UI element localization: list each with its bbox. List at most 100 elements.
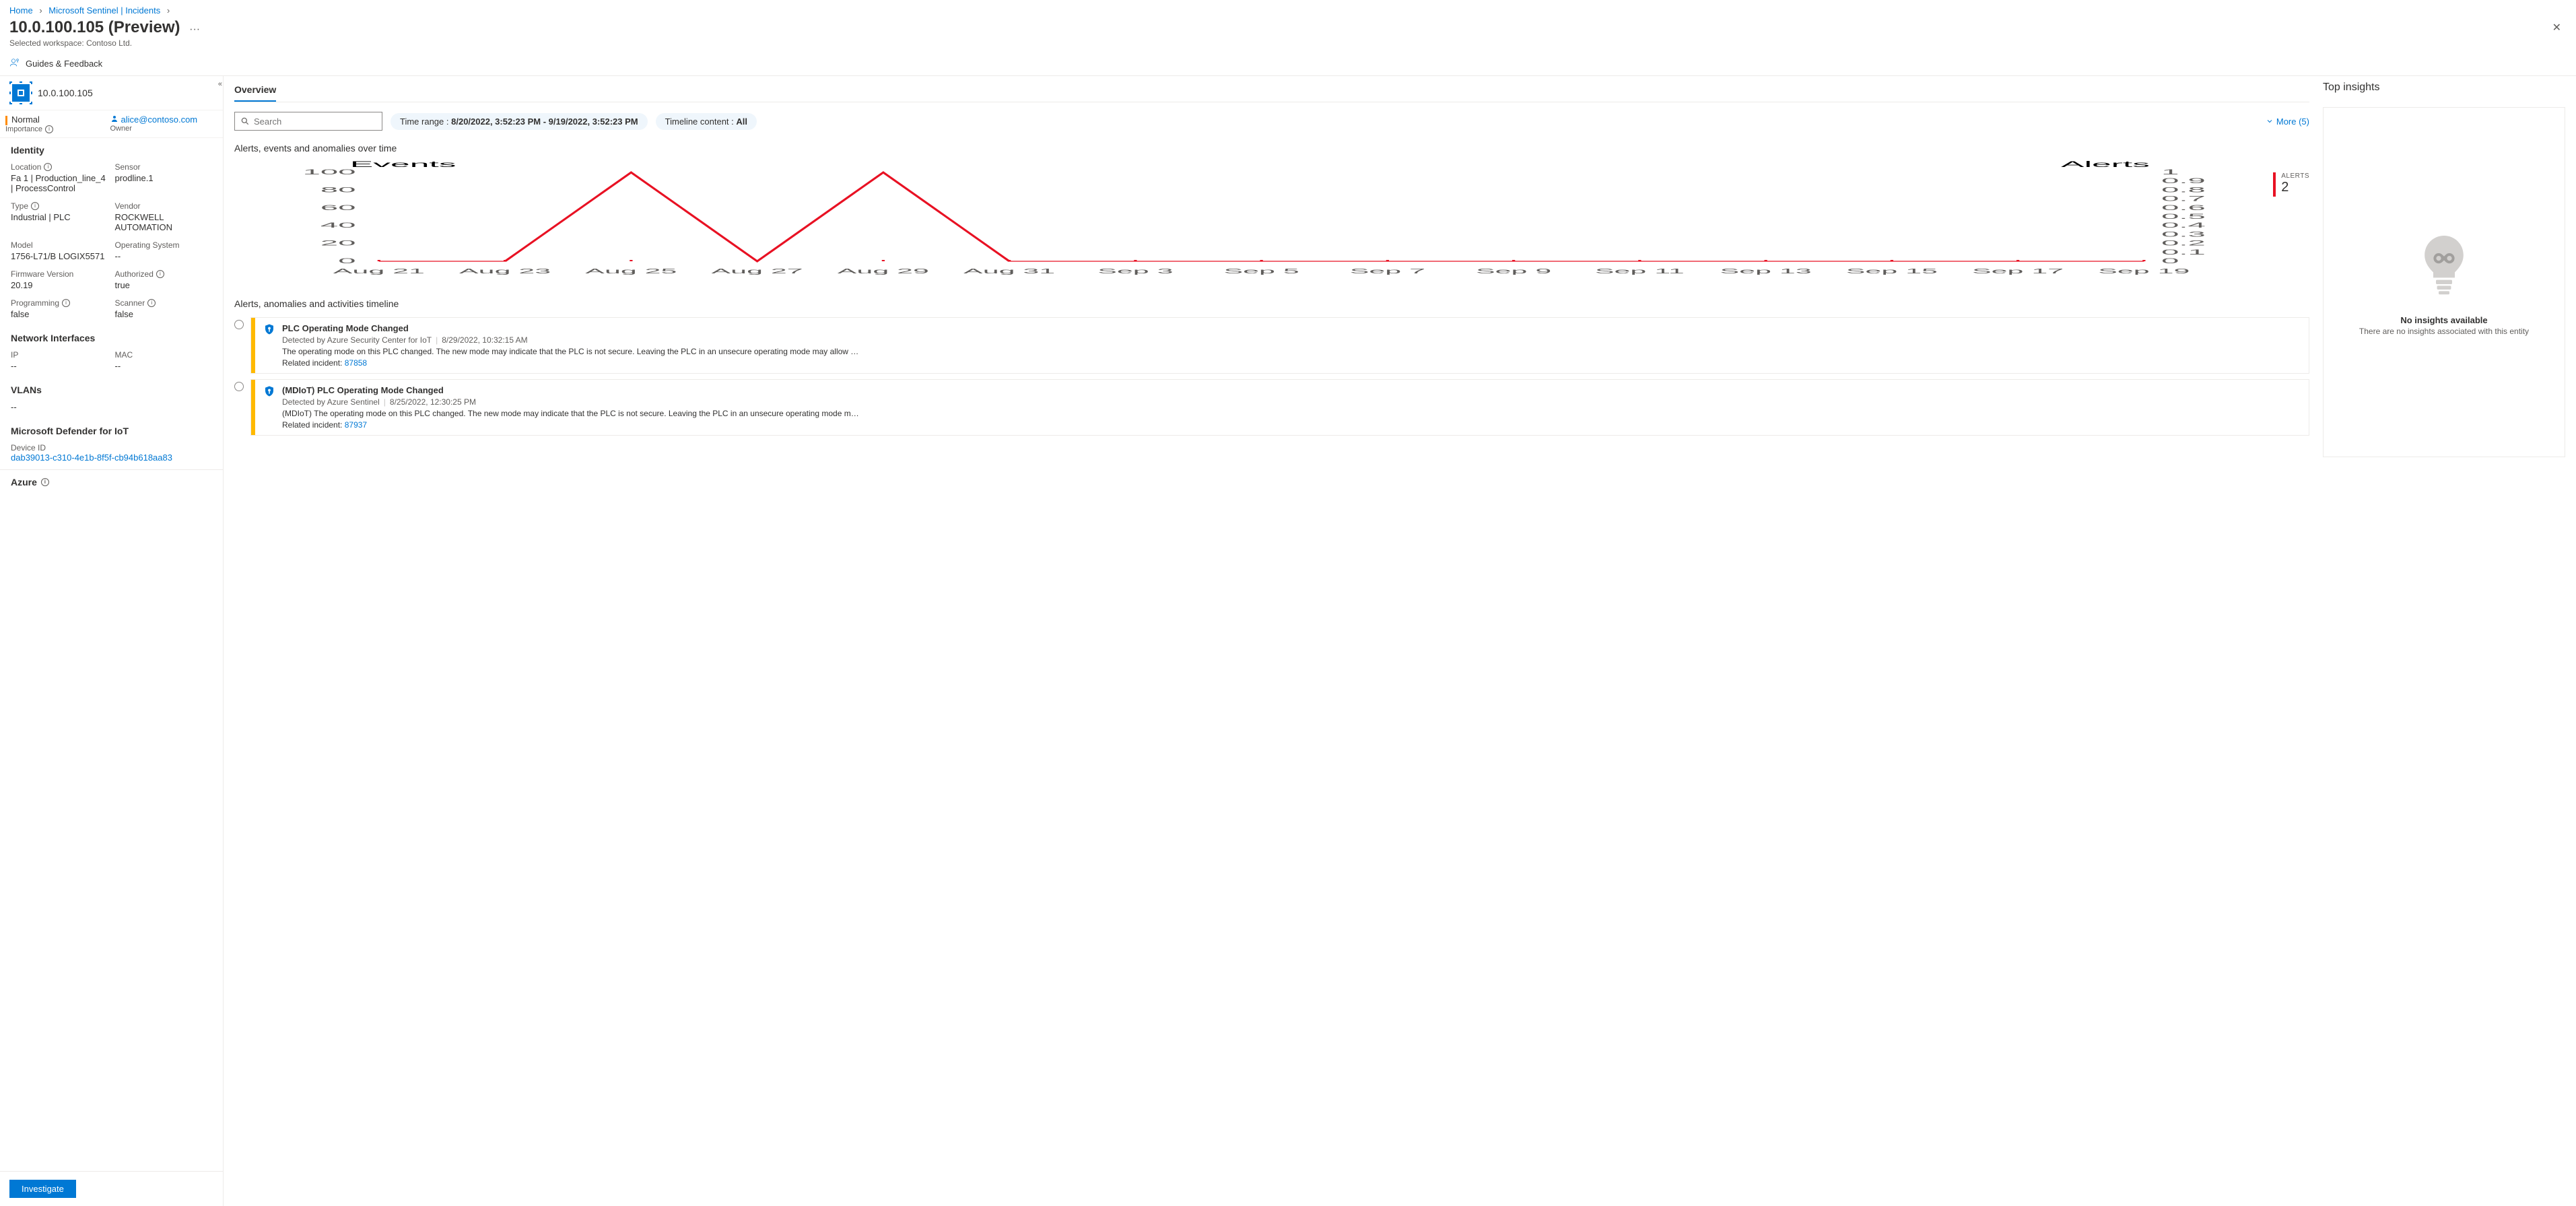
shield-icon: [263, 385, 275, 430]
timeline-select-radio[interactable]: [234, 320, 244, 329]
owner-label: Owner: [110, 125, 132, 133]
chevron-right-icon: ›: [167, 5, 170, 15]
info-icon[interactable]: i: [147, 299, 156, 307]
alert-title: PLC Operating Mode Changed: [282, 323, 858, 333]
firmware-value: 20.19: [11, 280, 108, 290]
vlans-heading: VLANs: [11, 384, 212, 395]
timeline-item: PLC Operating Mode Changed Detected by A…: [234, 317, 2309, 374]
close-icon[interactable]: ✕: [2547, 18, 2567, 37]
model-value: 1756-L71/B LOGIX5571: [11, 251, 108, 261]
svg-text:0.5: 0.5: [2161, 212, 2206, 220]
timeline-card[interactable]: PLC Operating Mode Changed Detected by A…: [250, 317, 2309, 374]
svg-text:0.9: 0.9: [2161, 177, 2206, 185]
svg-text:0: 0: [338, 257, 355, 265]
svg-text:Sep 19: Sep 19: [2098, 267, 2190, 275]
events-alerts-chart: EventsAlerts02040608010000.10.20.30.40.5…: [234, 159, 2260, 282]
svg-text:0.3: 0.3: [2161, 230, 2206, 238]
workspace-value: Contoso Ltd.: [86, 38, 132, 48]
svg-text:Aug 29: Aug 29: [838, 267, 929, 275]
severity-value: Normal: [11, 114, 40, 125]
svg-text:0.8: 0.8: [2161, 186, 2206, 194]
time-range-filter[interactable]: Time range : 8/20/2022, 3:52:23 PM - 9/1…: [391, 113, 648, 130]
info-icon[interactable]: i: [31, 202, 39, 210]
guides-icon: [9, 57, 20, 70]
entity-title: 10.0.100.105: [38, 88, 93, 98]
vendor-value: ROCKWELL AUTOMATION: [115, 212, 213, 232]
mdiot-heading: Microsoft Defender for IoT: [11, 426, 212, 436]
owner-link[interactable]: alice@contoso.com: [121, 114, 198, 125]
svg-text:Sep 15: Sep 15: [1846, 267, 1938, 275]
svg-text:20: 20: [320, 239, 356, 247]
insights-title: Top insights: [2323, 81, 2565, 94]
info-icon[interactable]: i: [41, 478, 49, 486]
svg-text:Aug 25: Aug 25: [585, 267, 677, 275]
sensor-value: prodline.1: [115, 173, 213, 183]
svg-text:40: 40: [320, 222, 356, 230]
search-input[interactable]: [234, 112, 382, 131]
svg-text:Aug 27: Aug 27: [712, 267, 803, 275]
svg-text:0.6: 0.6: [2161, 203, 2206, 211]
breadcrumb: Home › Microsoft Sentinel | Incidents ›: [0, 0, 2576, 15]
os-value: --: [115, 251, 213, 261]
svg-text:0.7: 0.7: [2161, 195, 2206, 203]
alert-description: The operating mode on this PLC changed. …: [282, 347, 858, 356]
info-icon[interactable]: i: [62, 299, 70, 307]
related-incident-link[interactable]: 87937: [345, 420, 367, 430]
device-id-link[interactable]: dab39013-c310-4e1b-8f5f-cb94b618aa83: [11, 453, 172, 463]
more-actions-icon[interactable]: ···: [189, 24, 200, 35]
related-incident-label: Related incident:: [282, 420, 342, 430]
timeline-select-radio[interactable]: [234, 382, 244, 391]
authorized-label: Authorized: [115, 269, 154, 279]
programming-value: false: [11, 309, 108, 319]
alerts-count-badge: ALERTS 2: [2273, 159, 2309, 282]
authorized-value: true: [115, 280, 213, 290]
ip-label: IP: [11, 350, 108, 360]
info-icon[interactable]: i: [44, 163, 52, 171]
importance-label: Importance: [5, 125, 42, 133]
related-incident-link[interactable]: 87858: [345, 358, 367, 368]
vlans-value: --: [11, 402, 212, 412]
entity-sidebar: « 10.0.100.105 Normal Importancei alice@…: [0, 76, 224, 1206]
search-icon: [240, 116, 250, 126]
severity-indicator: [5, 116, 7, 125]
svg-text:100: 100: [303, 168, 356, 176]
svg-text:Sep 7: Sep 7: [1350, 267, 1425, 275]
alert-description: (MDIoT) The operating mode on this PLC c…: [282, 409, 859, 418]
info-icon[interactable]: i: [45, 125, 53, 133]
lightbulb-icon: [2417, 228, 2471, 304]
programming-label: Programming: [11, 298, 59, 308]
svg-text:80: 80: [320, 186, 356, 194]
page-title: 10.0.100.105 (Preview): [9, 18, 180, 36]
device-id-label: Device ID: [11, 443, 212, 453]
azure-heading: Azure: [11, 477, 37, 488]
search-field[interactable]: [254, 116, 376, 127]
tab-overview[interactable]: Overview: [234, 79, 276, 102]
svg-text:Aug 31: Aug 31: [963, 267, 1055, 275]
svg-text:Sep 17: Sep 17: [1972, 267, 2064, 275]
collapse-sidebar-icon[interactable]: «: [217, 79, 224, 90]
svg-text:1: 1: [2161, 168, 2179, 176]
timeline-section-title: Alerts, anomalies and activities timelin…: [234, 298, 2309, 309]
guides-link[interactable]: Guides & Feedback: [26, 59, 102, 69]
mac-value: --: [115, 361, 213, 371]
timeline-content-filter[interactable]: Timeline content : All: [656, 113, 757, 130]
type-label: Type: [11, 201, 28, 211]
investigate-button[interactable]: Investigate: [9, 1180, 76, 1198]
alert-source: Detected by Azure Sentinel: [282, 397, 380, 407]
insights-empty-title: No insights available: [2400, 315, 2487, 325]
chevron-right-icon: ›: [39, 5, 42, 15]
model-label: Model: [11, 240, 108, 250]
info-icon[interactable]: i: [156, 270, 164, 278]
breadcrumb-home[interactable]: Home: [9, 5, 33, 15]
chevron-down-icon: [2266, 117, 2274, 125]
alert-source: Detected by Azure Security Center for Io…: [282, 335, 432, 345]
breadcrumb-incidents[interactable]: Microsoft Sentinel | Incidents: [48, 5, 160, 15]
alert-time: 8/29/2022, 10:32:15 AM: [442, 335, 527, 345]
location-value: Fa 1 | Production_line_4 | ProcessContro…: [11, 173, 108, 193]
type-value: Industrial | PLC: [11, 212, 108, 222]
svg-text:Alerts: Alerts: [2061, 160, 2150, 168]
more-filters-link[interactable]: More (5): [2266, 116, 2309, 127]
svg-text:Aug 21: Aug 21: [333, 267, 425, 275]
timeline-card[interactable]: (MDIoT) PLC Operating Mode Changed Detec…: [250, 379, 2309, 436]
scanner-label: Scanner: [115, 298, 145, 308]
